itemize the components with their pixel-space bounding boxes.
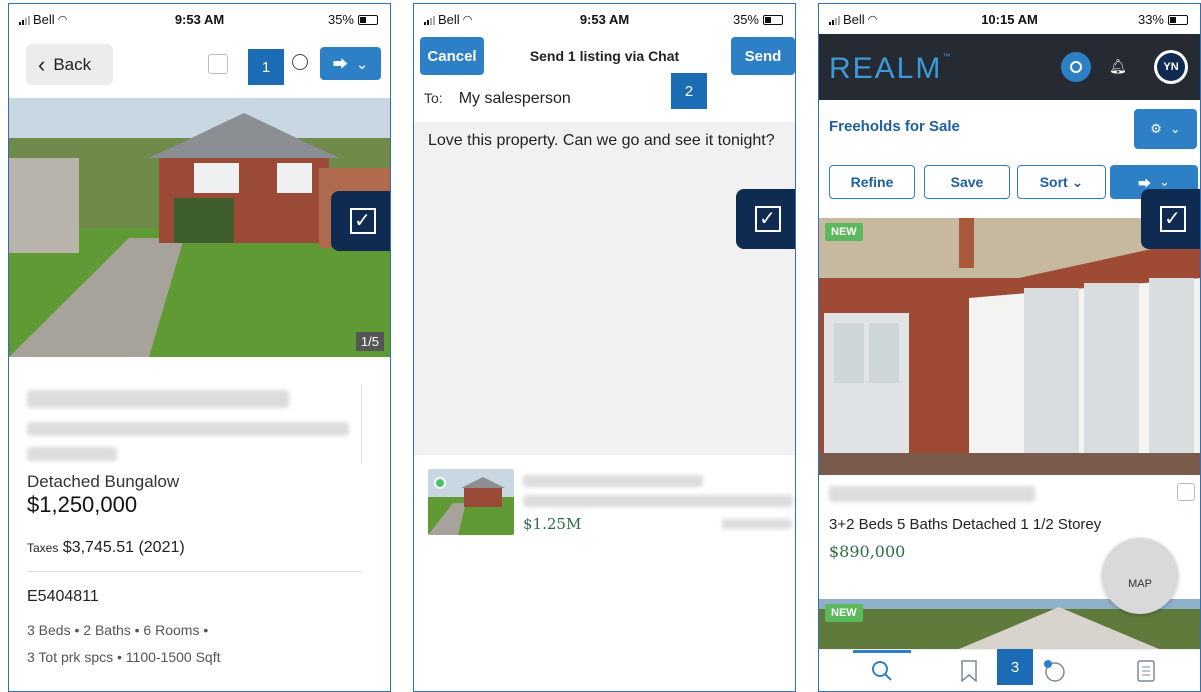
listing-price: $1,250,000 (27, 492, 138, 517)
chevron-down-icon: ⌄ (1071, 173, 1084, 190)
send-via-chat-screen: Bell ◠ 9:53 AM 35% Cancel Send 1 listing… (413, 3, 796, 692)
neighbourhood-blurred (27, 422, 349, 436)
checkbox-icon: ✓ (349, 208, 376, 234)
checkbox-icon: ✓ (1159, 206, 1186, 232)
step-badge: 2 (671, 73, 707, 109)
share-button[interactable]: ⮕ ⌄ (320, 47, 381, 80)
save-button[interactable]: Save (924, 165, 1010, 199)
battery-percent: 33% (1137, 12, 1164, 27)
listing-card-price: $1.25M (523, 515, 582, 533)
search-results-screen: Bell ◠ 10:15 AM 33% REALM™ 🔔︎ YN Freehol… (818, 3, 1201, 692)
details-blurred (523, 495, 793, 507)
search-icon[interactable] (1061, 52, 1091, 82)
new-badge: NEW (825, 604, 863, 622)
battery-percent: 35% (327, 12, 354, 27)
step-badge: 3 (997, 649, 1033, 685)
share-arrow-icon: ⮕ (332, 56, 348, 73)
status-bar: Bell ◠ 10:15 AM 33% (819, 4, 1200, 34)
send-button[interactable]: Send (731, 37, 795, 75)
chat-tab-icon[interactable] (1039, 656, 1069, 686)
map-label: MAP (1128, 578, 1152, 590)
step-badge: 1 (248, 49, 284, 85)
battery-icon (358, 14, 378, 25)
property-type: Detached Bungalow (27, 472, 180, 491)
address-blurred (829, 486, 1035, 502)
back-button[interactable]: ‹ Back (26, 44, 113, 85)
battery-icon (763, 14, 783, 25)
listing-facts: 3 Tot prk spcs • 1100-1500 Sqft (27, 649, 221, 665)
bell-icon[interactable]: 🔔︎ (1109, 58, 1127, 75)
chevron-down-icon: ⌄ (1159, 174, 1170, 189)
battery-percent: 35% (732, 12, 759, 27)
select-listing-checkbox[interactable] (1177, 483, 1195, 501)
address-blurred (27, 390, 289, 408)
chat-icon[interactable] (292, 54, 308, 70)
search-settings-button[interactable]: ⚙ ⌄ (1134, 109, 1197, 149)
avatar[interactable]: YN (1154, 50, 1188, 84)
online-status-dot (434, 477, 446, 489)
postal-blurred (27, 447, 117, 461)
listing-facts: 3+2 Beds 5 Baths Detached 1 1/2 Storey (829, 516, 1102, 533)
bookmark-tab-icon[interactable] (954, 656, 984, 686)
listing-price: $890,000 (829, 542, 906, 561)
listing-facts: 3 Beds • 2 Baths • 6 Rooms • (27, 622, 209, 638)
recipient-value[interactable]: My salesperson (459, 90, 571, 108)
meta-blurred (722, 519, 792, 529)
checkbox-icon: ✓ (754, 206, 781, 232)
active-tab-indicator (853, 650, 911, 653)
section-title: Freeholds for Sale (829, 118, 960, 135)
divider (27, 571, 362, 572)
mls-number: E5404811 (27, 588, 99, 605)
search-tab-icon[interactable] (867, 656, 897, 686)
documents-tab-icon[interactable] (1131, 656, 1161, 686)
listing-photo[interactable] (819, 218, 1200, 475)
map-button[interactable]: MAP (1102, 538, 1178, 614)
back-label: Back (53, 54, 92, 74)
shortlist-check-button[interactable]: ✓ (331, 191, 390, 251)
page-title: Send 1 listing via Chat (529, 48, 680, 64)
sort-label: Sort (1039, 174, 1068, 190)
gear-icon: ⚙ (1150, 121, 1162, 136)
chevron-left-icon: ‹ (38, 51, 46, 77)
taxes-row: Taxes $3,745.51 (2021) (27, 539, 185, 557)
message-textarea[interactable]: Love this property. Can we go and see it… (414, 122, 795, 455)
chevron-down-icon: ⌄ (355, 55, 369, 73)
chevron-down-icon: ⌄ (1169, 121, 1181, 136)
status-bar: Bell ◠ 9:53 AM 35% (9, 4, 390, 34)
realm-logo: REALM™ (829, 52, 953, 85)
taxes-label: Taxes (27, 541, 59, 555)
app-header: REALM™ 🔔︎ YN (819, 34, 1200, 100)
listing-detail-screen: Bell ◠ 9:53 AM 35% ‹ Back ⮕ ⌄ 1 1/5 ✓ De… (8, 3, 391, 692)
new-badge: NEW (825, 223, 863, 241)
listing-card[interactable]: $1.25M (422, 469, 793, 539)
status-bar: Bell ◠ 9:53 AM 35% (414, 4, 795, 34)
avatar-initials: YN (1157, 53, 1185, 81)
select-listing-checkbox[interactable] (208, 54, 228, 74)
refine-button[interactable]: Refine (829, 165, 915, 199)
house-entrance-image (819, 218, 1200, 475)
divider (361, 384, 362, 464)
recipient-row[interactable]: To: My salesperson (424, 90, 571, 108)
cancel-button[interactable]: Cancel (420, 37, 484, 75)
address-blurred (523, 475, 703, 487)
photo-counter: 1/5 (355, 332, 384, 351)
shortlist-check-button[interactable]: ✓ (1141, 189, 1200, 249)
battery-icon (1168, 14, 1188, 25)
taxes-value: $3,745.51 (2021) (62, 539, 185, 556)
sort-button[interactable]: Sort ⌄ (1017, 165, 1106, 199)
to-label: To: (424, 90, 443, 106)
shortlist-check-button[interactable]: ✓ (736, 189, 795, 249)
